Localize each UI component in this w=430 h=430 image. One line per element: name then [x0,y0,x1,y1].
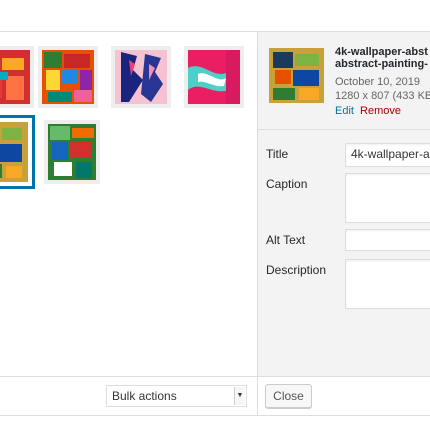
media-thumb-image [48,124,96,180]
alt-text-label: Alt Text [266,233,306,247]
media-thumb-5-selected[interactable] [0,115,35,189]
media-thumb-6[interactable] [44,120,100,184]
title-input[interactable]: 4k-wallpaper-abstract-painting [345,143,430,167]
media-thumb-image [0,122,28,182]
media-thumb-4[interactable] [184,46,244,108]
media-toolbar: Bulk actions ▼ [0,376,430,417]
title-label: Title [266,147,289,161]
media-thumb-1[interactable] [0,46,34,108]
bulk-actions-select[interactable]: Bulk actions ▼ [106,385,247,407]
alt-text-input[interactable] [345,229,430,251]
caption-label: Caption [266,177,308,191]
media-thumb-image [0,50,30,104]
media-thumb-image [115,50,167,104]
attachment-filename-line2: abstract-painting- [335,58,428,70]
caption-textarea[interactable] [345,173,430,223]
chevron-down-icon: ▼ [234,387,245,405]
attachment-date: October 10, 2019 [335,76,421,88]
toolbar-divider [257,377,258,417]
attachment-details-sidebar: 4k-wallpaper-abst abstract-painting- Oct… [257,32,430,376]
bottom-strip [0,416,430,430]
media-library-frame: 4k-wallpaper-abst abstract-painting- Oct… [0,0,430,430]
top-strip [0,0,430,32]
remove-image-link[interactable]: Remove [360,105,401,117]
media-thumb-image [188,50,240,104]
description-textarea[interactable] [345,259,430,309]
attachment-filename: 4k-wallpaper-abst abstract-painting- [335,46,428,70]
attachment-filename-line1: 4k-wallpaper-abst [335,46,428,58]
attachment-actions: Edit Remove [335,105,401,117]
media-thumb-image [42,50,94,104]
edit-image-link[interactable]: Edit [335,105,354,117]
description-label: Description [266,263,327,277]
sidebar-divider [258,129,430,130]
attachment-preview-image [269,48,324,103]
bulk-actions-value: Bulk actions [112,389,177,403]
media-thumb-2[interactable] [38,46,98,108]
media-thumb-3[interactable] [111,46,171,108]
close-button[interactable]: Close [265,384,312,408]
media-grid [0,32,257,376]
attachment-dimensions: 1280 x 807 (433 KB) [335,90,430,102]
